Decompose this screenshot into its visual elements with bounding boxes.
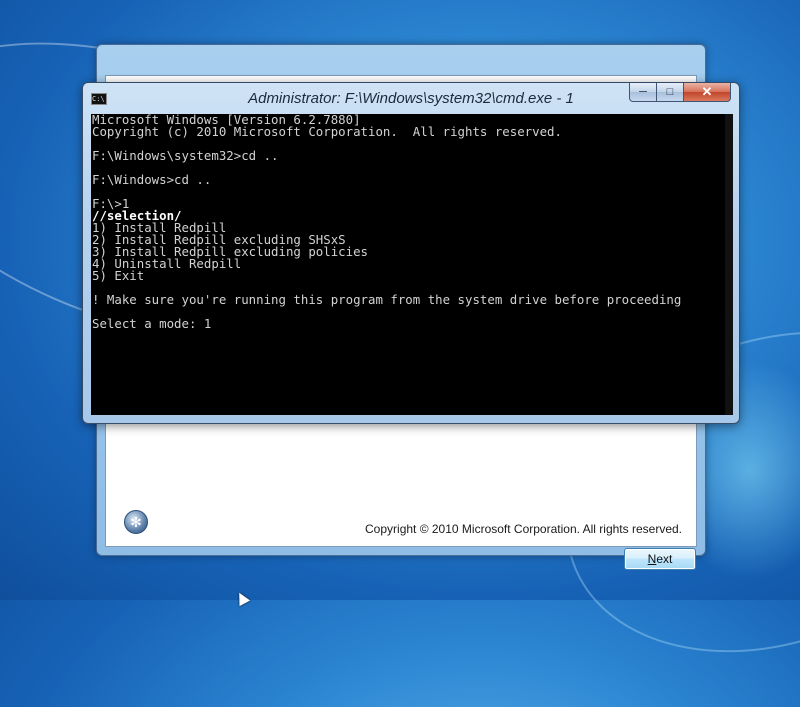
console-line: F:\Windows>cd .. [92, 172, 212, 187]
console-line: 4) Uninstall Redpill [92, 256, 242, 271]
maximize-button[interactable]: □ [656, 83, 684, 102]
console-line: Select a mode: 1 [92, 316, 212, 331]
console-line: 5) Exit [92, 268, 145, 283]
maximize-icon: □ [666, 86, 674, 98]
setup-copyright: Copyright © 2010 Microsoft Corporation. … [365, 522, 682, 536]
minimize-button[interactable]: ─ [629, 83, 657, 102]
close-icon: ✕ [701, 84, 713, 99]
cmd-window[interactable]: C:\ Administrator: F:\Windows\system32\c… [82, 82, 740, 424]
cmd-console[interactable]: Microsoft Windows [Version 6.2.7880] Cop… [91, 114, 733, 415]
setup-logo-icon: ✻ [124, 510, 148, 534]
console-line: ! Make sure you're running this program … [92, 292, 682, 307]
minimize-icon: ─ [639, 86, 647, 98]
console-line: Copyright (c) 2010 Microsoft Corporation… [92, 124, 562, 139]
next-button-label: ext [656, 552, 673, 566]
cmd-titlebar[interactable]: C:\ Administrator: F:\Windows\system32\c… [83, 83, 739, 113]
console-line: F:\Windows\system32>cd .. [92, 148, 279, 163]
next-button[interactable]: Next [624, 548, 696, 570]
close-button[interactable]: ✕ [683, 83, 731, 102]
console-line: F:\>1 [92, 196, 130, 211]
console-scrollbar[interactable] [725, 114, 733, 415]
mouse-cursor-icon [233, 589, 251, 607]
